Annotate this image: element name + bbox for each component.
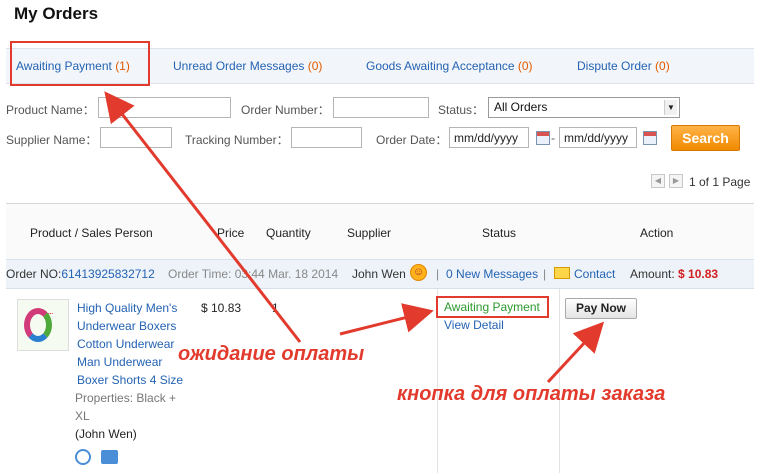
arrow-to-status [339, 303, 434, 336]
arrow-to-tab [104, 91, 302, 343]
arrow-to-pay [546, 321, 605, 384]
annotation-pay: кнопка для оплаты заказа [397, 383, 666, 405]
annotation-awaiting: ожидание оплаты [178, 343, 365, 365]
